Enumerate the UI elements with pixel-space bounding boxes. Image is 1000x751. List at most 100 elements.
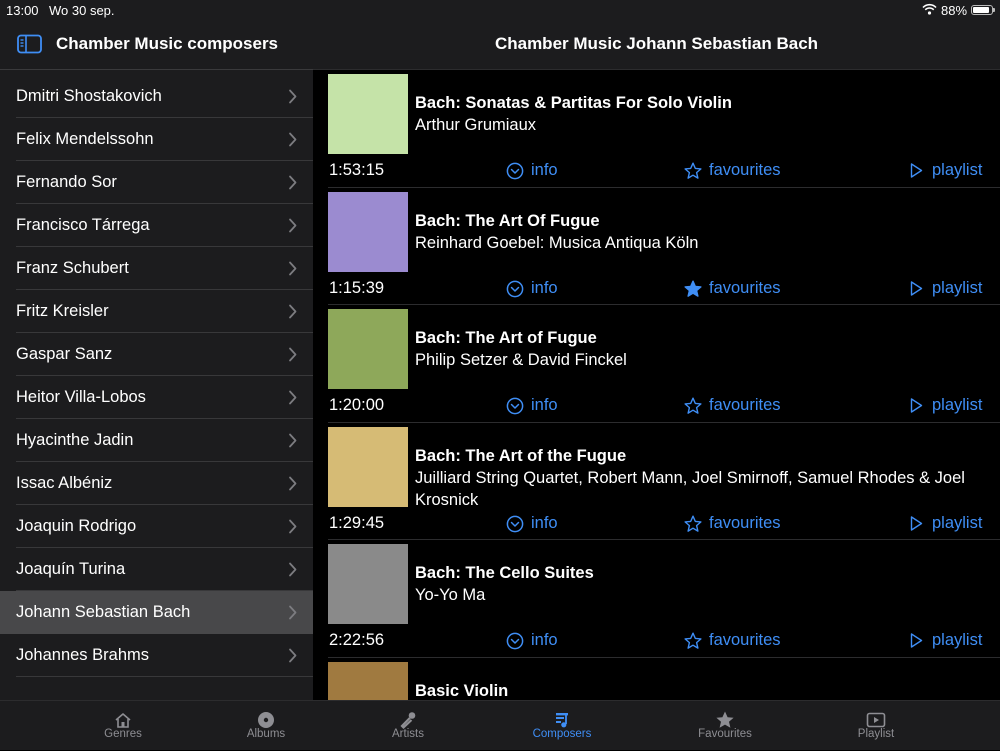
battery-percentage: 88%: [941, 3, 968, 18]
tab-label: Composers: [532, 728, 592, 740]
star-filled-icon: [684, 280, 702, 297]
tab-genres[interactable]: Genres: [73, 701, 173, 751]
info-label: info: [531, 278, 558, 297]
playlist-button[interactable]: playlist: [909, 514, 989, 534]
status-bar: 13:00 Wo 30 sep. 88%: [0, 0, 1000, 20]
info-button[interactable]: info: [506, 161, 576, 181]
chevron-right-icon: [289, 648, 297, 663]
composer-row[interactable]: Dmitri Shostakovich: [0, 75, 313, 118]
album-row[interactable]: Bach: The Art of the Fugue Juilliard Stri…: [313, 423, 1000, 540]
album-title: Basic Violin: [415, 681, 509, 700]
chevron-right-icon: [289, 89, 297, 104]
tab-composers[interactable]: Composers: [512, 701, 612, 751]
status-time: 13:00: [6, 3, 39, 18]
composer-row[interactable]: Fritz Kreisler: [0, 290, 313, 333]
composer-row[interactable]: Gaspar Sanz: [0, 333, 313, 376]
composer-name: Franz Schubert: [16, 259, 129, 277]
album-cover: [328, 74, 408, 154]
composer-name: Fernando Sor: [16, 173, 117, 191]
playlist-button[interactable]: playlist: [909, 279, 989, 299]
composer-row[interactable]: Fernando Sor: [0, 161, 313, 204]
composer-name: Francisco Tárrega: [16, 216, 150, 234]
composer-row[interactable]: Johann Sebastian Bach: [0, 591, 313, 634]
favourites-label: favourites: [709, 161, 781, 179]
play-icon: [910, 163, 923, 178]
album-title: Bach: The Art of Fugue: [415, 329, 597, 347]
battery-level: [973, 7, 989, 13]
composer-row[interactable]: Franz Schubert: [0, 247, 313, 290]
album-cover: [328, 661, 408, 700]
tab-favourites[interactable]: Favourites: [675, 701, 775, 751]
composer-row[interactable]: Joaquin Rodrigo: [0, 505, 313, 548]
main-panel: Chamber Music Johann Sebastian Bach Bach…: [313, 0, 1000, 700]
album-title: Bach: Sonatas & Partitas For Solo Violin: [415, 94, 732, 112]
favourites-button[interactable]: favourites: [684, 514, 794, 534]
info-label: info: [531, 396, 558, 414]
playlist-label: playlist: [932, 161, 983, 179]
composer-row[interactable]: Johannes Brahms: [0, 634, 313, 677]
battery-icon: [971, 5, 995, 15]
info-button[interactable]: info: [506, 631, 576, 651]
composer-list: Dmitri Shostakovich Felix Mendelssohn Fern…: [0, 75, 313, 677]
album-cover: [328, 544, 408, 624]
favourites-button[interactable]: favourites: [684, 161, 794, 181]
album-row[interactable]: Bach: The Art Of Fugue Reinhard Goebel: M…: [313, 188, 1000, 305]
tab-label: Artists: [392, 728, 424, 740]
favourites-button[interactable]: favourites: [684, 279, 794, 299]
star-icon: [684, 162, 702, 179]
house-icon: [115, 713, 131, 728]
favourites-label: favourites: [709, 513, 781, 532]
info-button[interactable]: info: [506, 279, 576, 299]
composer-name: Heitor Villa-Lobos: [16, 388, 146, 406]
album-row[interactable]: Basic Violin: [313, 658, 1000, 700]
playlist-button[interactable]: playlist: [909, 161, 989, 181]
playlist-label: playlist: [932, 513, 983, 532]
info-button[interactable]: info: [506, 396, 576, 416]
playlist-label: playlist: [932, 631, 983, 649]
album-title: Bach: The Art of the Fugue: [415, 446, 627, 465]
composer-name: Joaquin Rodrigo: [16, 517, 137, 535]
album-row[interactable]: Bach: The Cello Suites Yo-Yo Ma 2:22:56 inf…: [313, 540, 1000, 658]
playlist-button[interactable]: playlist: [909, 396, 989, 416]
wifi-icon: [922, 3, 937, 15]
playlist-button[interactable]: playlist: [909, 631, 989, 651]
chevron-right-icon: [289, 605, 297, 620]
composer-row[interactable]: Issac Albéniz: [0, 462, 313, 505]
chevron-right-icon: [289, 304, 297, 319]
tab-artists[interactable]: Artists: [358, 701, 458, 751]
chevron-circle-icon: [506, 162, 524, 180]
tab-albums[interactable]: Albums: [216, 701, 316, 751]
album-cover: [328, 309, 408, 389]
composer-name: Dmitri Shostakovich: [16, 87, 162, 105]
album-duration: 2:22:56: [329, 631, 385, 649]
status-date: Wo 30 sep.: [49, 3, 115, 18]
tab-playlist[interactable]: Playlist: [826, 701, 926, 751]
tab-label: Genres: [104, 728, 142, 740]
album-title: Bach: The Art Of Fugue: [415, 211, 600, 230]
album-artist: Yo-Yo Ma: [415, 586, 486, 604]
chevron-right-icon: [289, 218, 297, 233]
favourites-button[interactable]: favourites: [684, 396, 794, 416]
composer-row[interactable]: Heitor Villa-Lobos: [0, 376, 313, 419]
album-row[interactable]: Bach: The Art of Fugue Philip Setzer & Da…: [313, 305, 1000, 423]
favourites-label: favourites: [709, 631, 781, 649]
chevron-circle-icon: [506, 515, 524, 532]
composer-row[interactable]: Felix Mendelssohn: [0, 118, 313, 161]
album-row[interactable]: Bach: Sonatas & Partitas For Solo Violin…: [313, 70, 1000, 188]
play-icon: [910, 633, 923, 648]
chevron-circle-icon: [506, 280, 524, 297]
tab-label: Favourites: [698, 728, 752, 740]
chevron-right-icon: [289, 390, 297, 405]
info-button[interactable]: info: [506, 514, 576, 534]
favourites-button[interactable]: favourites: [684, 631, 794, 651]
composer-row[interactable]: Francisco Tárrega: [0, 204, 313, 247]
composer-row[interactable]: Joaquín Turina: [0, 548, 313, 591]
sidebar: Chamber Music composers Dmitri Shostakov…: [0, 0, 313, 700]
chevron-right-icon: [289, 261, 297, 276]
info-label: info: [531, 631, 558, 649]
sidebar-toggle-icon[interactable]: [17, 34, 42, 54]
info-label: info: [531, 513, 558, 532]
playlist-label: playlist: [932, 396, 983, 414]
row-divider: [16, 676, 313, 677]
composer-row[interactable]: Hyacinthe Jadin: [0, 419, 313, 462]
